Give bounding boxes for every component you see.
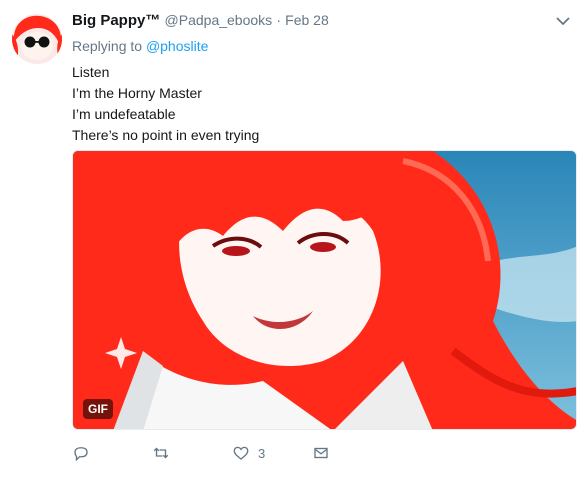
like-icon [233,446,249,460]
like-count: 3 [258,445,266,461]
tweet-text-line: I’m undefeatable [72,106,176,122]
like-button[interactable]: 3 [232,444,265,462]
tweet-text-line: Listen [72,64,110,80]
direct-message-button[interactable] [312,444,338,462]
replying-to: Replying to @phoslite [72,38,208,54]
gif-illustration [73,151,576,429]
mention-link[interactable]: @phoslite [146,38,208,54]
tweet-actions: 3 [72,444,392,466]
reply-button[interactable] [72,444,98,462]
direct-message-icon [314,447,328,459]
retweet-button[interactable] [152,444,178,462]
tweet-text-line: There’s no point in even trying [72,127,260,143]
tweet-card: Big Pappy™ @Padpa_ebooks · Feb 28 Replyi… [0,0,585,477]
retweet-icon [153,447,169,459]
reply-icon [74,447,88,462]
tweet-text-line: I’m the Horny Master [72,85,202,101]
avatar[interactable] [12,14,62,64]
replying-to-label: Replying to [72,38,143,54]
tweet-text: Listen I’m the Horny Master I’m undefeat… [72,62,259,146]
gif-badge: GIF [83,399,113,419]
tweet-header: Big Pappy™ @Padpa_ebooks · Feb 28 [72,12,329,29]
user-handle[interactable]: @Padpa_ebooks [165,12,273,28]
separator-dot: · [276,12,281,28]
chevron-down-icon[interactable] [555,14,571,26]
timestamp[interactable]: Feb 28 [285,12,329,28]
display-name[interactable]: Big Pappy™ [72,12,160,29]
gif-media[interactable]: GIF [72,150,577,430]
